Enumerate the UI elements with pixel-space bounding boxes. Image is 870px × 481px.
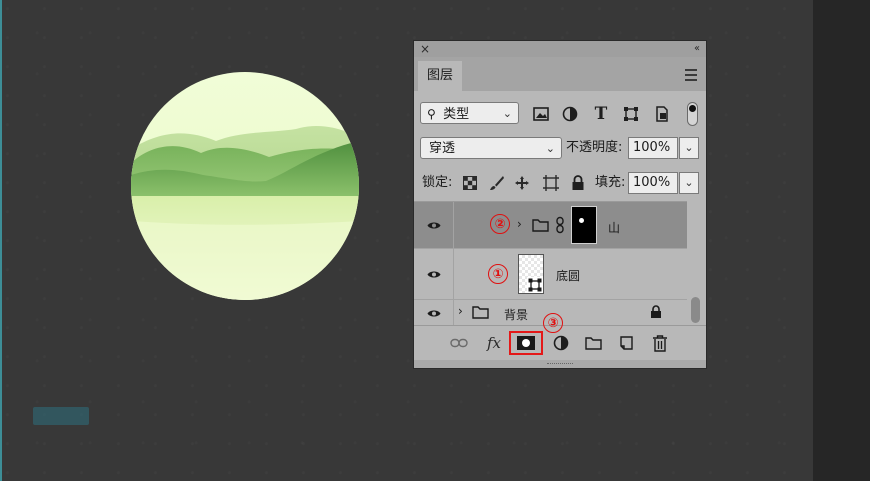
lock-all-icon[interactable] — [570, 175, 586, 191]
lock-label: 锁定: — [422, 175, 453, 190]
layer-name[interactable]: 背景 — [504, 306, 528, 323]
opacity-label: 不透明度: — [566, 140, 623, 155]
blend-mode-dropdown[interactable]: 穿透 ⌄ — [420, 137, 562, 159]
link-layers-icon[interactable] — [450, 334, 468, 352]
watermark-badge — [33, 407, 89, 425]
lock-artboard-crop-icon[interactable] — [543, 175, 559, 191]
layer-style-fx-button[interactable]: fx — [484, 334, 504, 352]
workspace-gutter — [813, 0, 870, 481]
visibility-column[interactable] — [414, 249, 454, 299]
folder-icon — [472, 306, 489, 319]
shape-filter-icon[interactable] — [622, 105, 640, 123]
watermark-logo — [33, 407, 91, 439]
smart-object-filter-icon[interactable] — [653, 105, 671, 123]
panel-titlebar[interactable]: × ‹‹ — [414, 41, 706, 57]
shape-layer-thumbnail[interactable] — [518, 254, 544, 294]
expand-group-chevron-icon[interactable]: › — [517, 217, 522, 231]
eye-icon[interactable] — [427, 270, 441, 279]
annotation-marker-1: ① — [488, 264, 508, 284]
layer-name[interactable]: 山 — [608, 219, 620, 236]
eye-icon[interactable] — [427, 221, 441, 230]
layers-panel: × ‹‹ 图层 ⚲ 类型 ⌄ T 穿透 ⌄ 不透明度: 100% ⌄ 锁定: 填… — [414, 41, 706, 368]
expand-group-chevron-icon[interactable]: › — [458, 304, 463, 318]
opacity-chevron-down-icon[interactable]: ⌄ — [679, 137, 699, 159]
canvas-edge — [0, 0, 2, 481]
folder-icon — [532, 219, 549, 232]
type-filter-icon[interactable]: T — [592, 104, 610, 124]
add-mask-button[interactable] — [517, 334, 535, 352]
chevron-down-icon: ⌄ — [502, 107, 512, 120]
delete-layer-trash-icon[interactable] — [652, 334, 668, 352]
tab-layers[interactable]: 图层 — [418, 61, 462, 91]
filter-type-dropdown[interactable]: ⚲ 类型 ⌄ — [420, 102, 519, 124]
collapse-icon[interactable]: ‹‹ — [694, 41, 700, 57]
scrollbar-thumb[interactable] — [691, 297, 700, 323]
fill-chevron-down-icon[interactable]: ⌄ — [679, 172, 699, 194]
fill-label: 填充: — [595, 175, 626, 190]
chain-link-icon[interactable] — [555, 216, 565, 234]
landscape-artwork — [131, 72, 359, 300]
lock-transparent-pixels-icon[interactable] — [462, 175, 478, 191]
filter-type-value: 类型 — [443, 107, 470, 122]
visibility-column[interactable] — [414, 300, 454, 326]
layers-list[interactable]: ② › 山 ① 底圆 › 背景 — [414, 201, 687, 326]
chevron-down-icon: ⌄ — [545, 142, 555, 155]
layer-name[interactable]: 底圆 — [556, 267, 580, 284]
fill-input[interactable]: 100% — [628, 172, 678, 194]
new-group-folder-icon[interactable] — [585, 334, 602, 352]
layer-mask-thumbnail[interactable] — [571, 206, 597, 244]
lock-position-move-icon[interactable] — [514, 175, 530, 191]
panel-tab-strip: 图层 — [414, 57, 706, 91]
layer-lock-icon — [651, 305, 661, 318]
close-icon[interactable]: × — [420, 41, 430, 57]
annotation-marker-3: ③ — [543, 313, 563, 333]
panel-resize-grip[interactable] — [414, 360, 706, 368]
blend-mode-value: 穿透 — [429, 141, 456, 156]
filter-toggle-switch[interactable] — [687, 102, 698, 126]
search-icon: ⚲ — [427, 107, 436, 121]
panel-menu-icon[interactable] — [685, 69, 697, 81]
lock-image-pixels-brush-icon[interactable] — [489, 175, 505, 191]
adjustment-filter-icon[interactable] — [561, 105, 579, 123]
new-layer-icon[interactable] — [618, 334, 634, 352]
visibility-column[interactable] — [414, 202, 454, 248]
annotation-marker-2: ② — [490, 214, 510, 234]
shape-layer-badge-icon — [527, 277, 543, 293]
pixel-filter-icon[interactable] — [532, 105, 550, 123]
opacity-input[interactable]: 100% — [628, 137, 678, 159]
eye-icon[interactable] — [427, 309, 441, 318]
layer-row-base-circle[interactable]: ① 底圆 — [414, 249, 687, 300]
mask-white-dot — [579, 218, 584, 223]
adjustment-layer-icon[interactable] — [553, 334, 569, 352]
layers-scrollbar[interactable] — [687, 201, 706, 325]
layer-row-shan[interactable]: ② › 山 — [414, 202, 687, 249]
